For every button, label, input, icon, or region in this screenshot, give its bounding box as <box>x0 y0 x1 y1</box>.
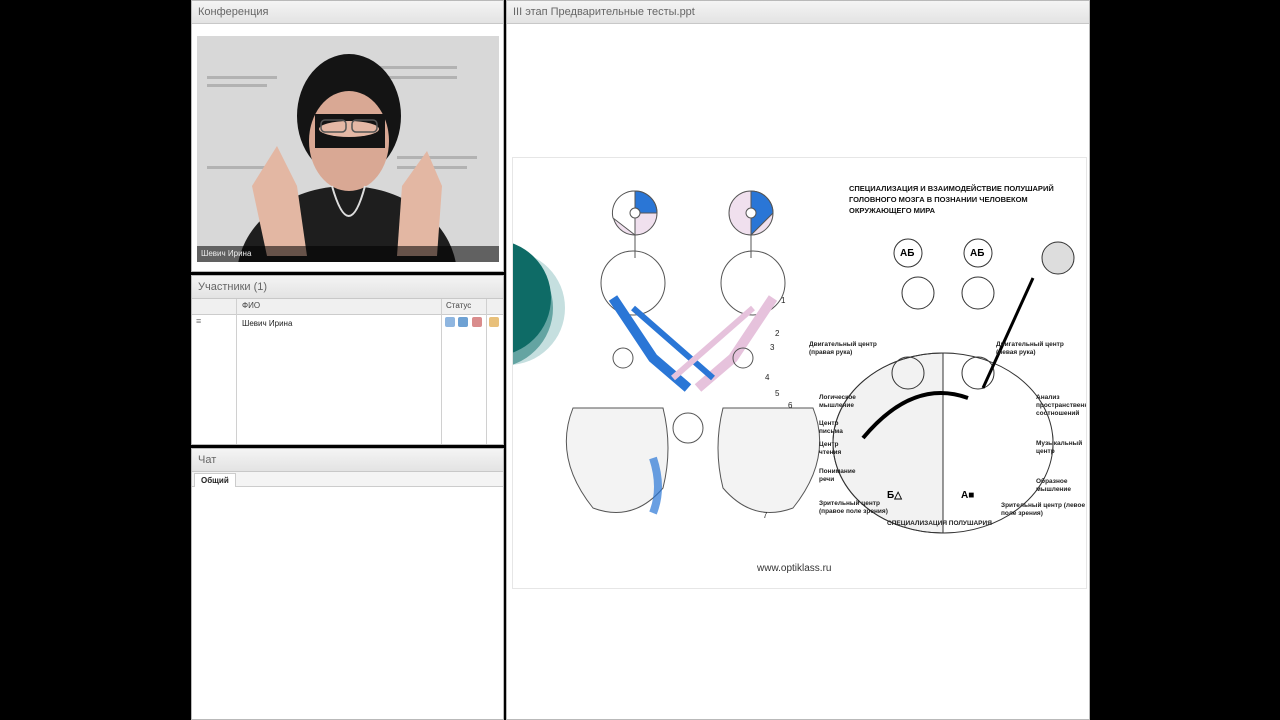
table-header: ФИО Статус <box>192 299 503 315</box>
diagram-number-5: 5 <box>775 389 780 398</box>
video-feed: Шевич Ирина <box>197 36 499 262</box>
column-header-name[interactable]: ФИО <box>242 301 260 310</box>
label-spatial: Анализ пространственных соотношений <box>1036 394 1086 417</box>
conference-panel: Конференция Шевич Ирина <box>191 0 504 272</box>
participants-table: ФИО Статус ≡ Шевич Ирина <box>192 299 503 444</box>
video-frame <box>197 36 499 262</box>
microphone-icon[interactable] <box>445 317 455 327</box>
diagram-number-7: 7 <box>763 511 768 520</box>
table-row[interactable]: ≡ Шевич Ирина <box>192 316 503 332</box>
headset-icon[interactable] <box>458 317 468 327</box>
diagram-number-6: 6 <box>788 401 793 410</box>
label-reading: Центр чтения <box>819 441 842 456</box>
label-logic: Логическое мышление <box>819 394 856 409</box>
slide-url: www.optiklass.ru <box>757 563 832 574</box>
participants-title: Участники (1) <box>192 276 503 299</box>
letters-a-b-left: АБ <box>900 248 914 259</box>
diagram-number-3: 3 <box>770 343 775 352</box>
row-menu-icon[interactable]: ≡ <box>196 316 201 326</box>
diagram-number-2: 2 <box>775 329 780 338</box>
presentation-slide: 1 2 3 4 5 6 7 АБ АБ Б△ А■ СПЕЦИАЛИЗАЦИЯ … <box>512 157 1087 589</box>
camera-icon[interactable] <box>472 317 482 327</box>
label-visual-left: Зрительный центр (левое поле зрения) <box>1001 502 1086 517</box>
video-participant-name: Шевич Ирина <box>197 246 499 262</box>
participants-panel: Участники (1) ФИО Статус ≡ Шевич Ирина <box>191 275 504 445</box>
chat-title: Чат <box>192 449 503 472</box>
tab-general[interactable]: Общий <box>194 473 236 487</box>
diagram-number-4: 4 <box>765 373 770 382</box>
label-visual-right: Зрительный центр (правое поле зрения) <box>819 500 888 515</box>
presentation-title: III этап Предварительные тесты.ppt <box>507 1 1089 24</box>
letters-a-b-right: АБ <box>970 248 984 259</box>
label-motor-left: Двигательный центр (левая рука) <box>996 341 1064 356</box>
participant-name: Шевич Ирина <box>242 319 293 328</box>
slide-title: СПЕЦИАЛИЗАЦИЯ И ВЗАИМОДЕЙСТВИЕ ПОЛУШАРИЙ… <box>849 184 1054 215</box>
label-motor-right: Двигательный центр (правая рука) <box>809 341 877 356</box>
label-music: Музыкальный центр <box>1036 440 1083 455</box>
slide-footer-label: СПЕЦИАЛИЗАЦИЯ ПОЛУШАРИЯ <box>887 520 992 527</box>
presentation-panel: III этап Предварительные тесты.ppt 1 2 3… <box>506 0 1090 720</box>
diagram-number-1: 1 <box>781 296 786 305</box>
user-icon[interactable] <box>489 317 499 327</box>
chat-tabs: Общий <box>192 472 503 487</box>
conference-title: Конференция <box>192 1 503 24</box>
label-writing: Центр письма <box>819 420 843 435</box>
letters-a-square: А■ <box>961 490 974 501</box>
column-header-status[interactable]: Статус <box>446 301 471 310</box>
label-speech: Понимание речи <box>819 468 856 483</box>
chat-panel: Чат Общий <box>191 448 504 720</box>
label-imagery: Образное мышление <box>1036 478 1071 493</box>
